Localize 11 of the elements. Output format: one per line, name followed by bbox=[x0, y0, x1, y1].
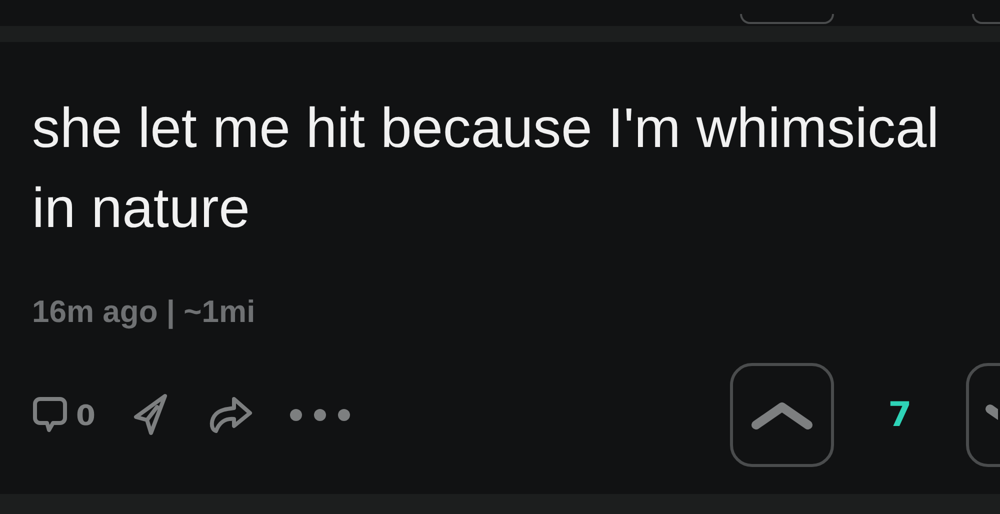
share-arrow-icon bbox=[207, 395, 254, 435]
vote-score: 7 bbox=[887, 395, 913, 435]
post-text: she let me hit because I'm whimsical in nature bbox=[32, 95, 940, 241]
more-icon bbox=[289, 408, 352, 422]
speech-bubble-icon bbox=[32, 395, 68, 435]
chevron-up-icon bbox=[751, 400, 813, 430]
more-button[interactable] bbox=[289, 408, 352, 422]
upvote-button[interactable] bbox=[730, 363, 834, 467]
share-button[interactable] bbox=[207, 395, 254, 435]
post-meta: 16m ago | ~1mi bbox=[32, 294, 256, 330]
comment-button[interactable]: 0 bbox=[32, 395, 96, 435]
